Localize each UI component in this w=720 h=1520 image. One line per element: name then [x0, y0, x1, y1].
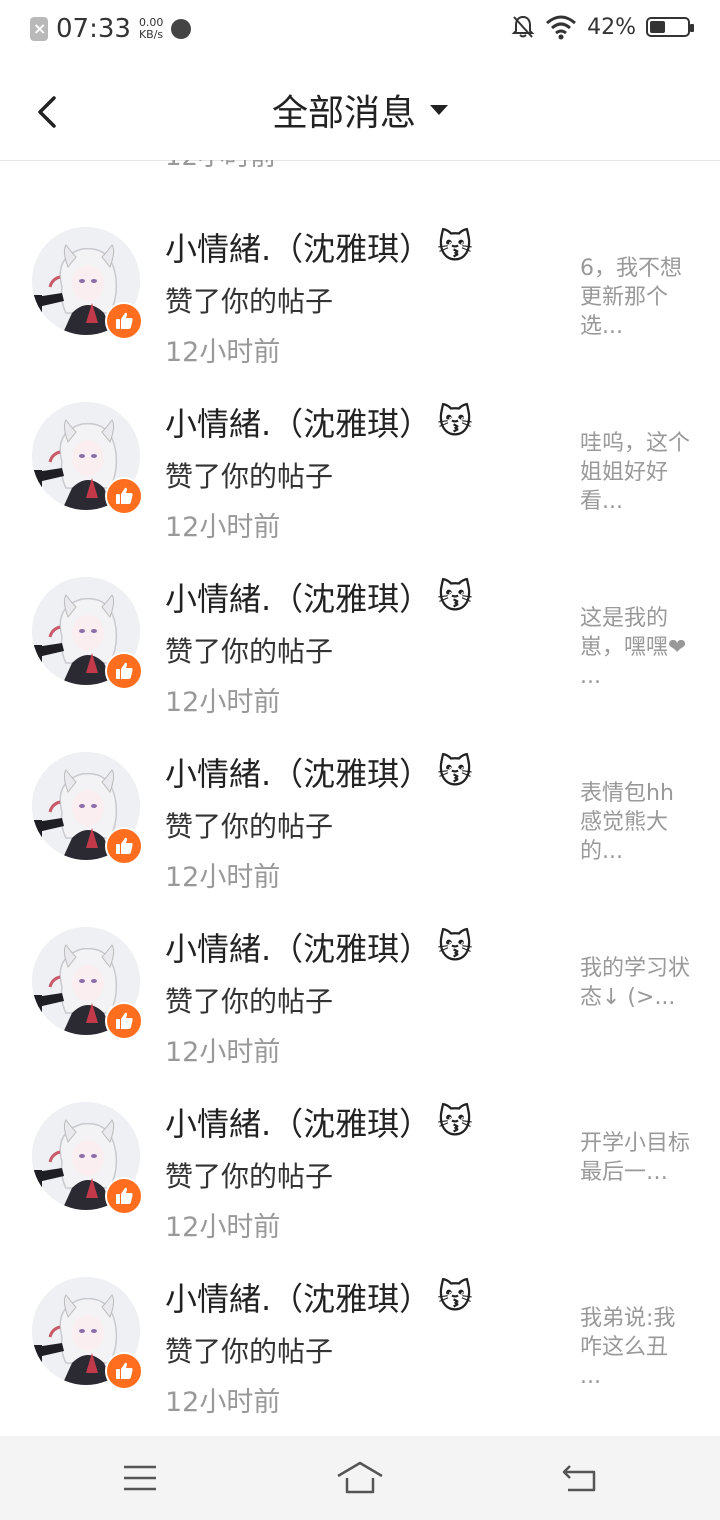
name-line: 小情緒.（沈雅琪） 😽 — [165, 1099, 473, 1145]
action-text: 赞了你的帖子 — [165, 635, 334, 668]
message-item[interactable]: 小情緒.（沈雅琪） 😽 赞了你的帖子 12小时前 哇呜，这个姐姐好好看... — [0, 377, 720, 552]
user-name[interactable]: 小情緒.（沈雅琪） — [165, 1099, 431, 1145]
like-badge — [105, 652, 143, 690]
user-name[interactable]: 小情緒.（沈雅琪） — [165, 749, 431, 795]
thumbs-up-icon — [116, 1187, 133, 1204]
like-badge — [105, 477, 143, 515]
user-name[interactable]: 小情緒.（沈雅琪） — [165, 399, 431, 445]
message-item[interactable]: 小情緒.（沈雅琪） 😽 赞了你的帖子 12小时前 表情包hh感觉熊大的... — [0, 727, 720, 902]
status-bar: 07:33 0.00 KB/s 42% — [0, 0, 720, 66]
like-badge — [105, 1002, 143, 1040]
name-line: 小情緒.（沈雅琪） 😽 — [165, 924, 473, 970]
post-preview[interactable]: 哇呜，这个姐姐好好看... — [580, 429, 690, 516]
notifications-off-icon — [511, 15, 535, 38]
timestamp: 12小时前 — [165, 687, 281, 718]
back-arrow-icon — [562, 1465, 596, 1492]
message-item[interactable]: 小情緒.（沈雅琪） 😽 赞了你的帖子 12小时前 开学小目标 最后一… — [0, 1077, 720, 1252]
message-list[interactable]: 12小时前 小情緒.（沈雅琪） 😽 赞了你的帖子 12小时前 6，我不想更新那个… — [0, 160, 720, 1436]
thumbs-up-icon — [116, 837, 133, 854]
system-nav-bar — [0, 1436, 720, 1520]
network-speed: 0.00 KB/s — [139, 17, 164, 41]
thumbs-up-icon — [116, 662, 133, 679]
action-text: 赞了你的帖子 — [165, 1335, 334, 1368]
message-item[interactable]: 小情緒.（沈雅琪） 😽 赞了你的帖子 12小时前 6，我不想更新那个选... — [0, 202, 720, 377]
title-dropdown[interactable]: 全部消息 — [0, 84, 720, 136]
partial-item-time: 12小时前 — [165, 160, 276, 173]
post-preview[interactable]: 开学小目标 最后一… — [580, 1129, 690, 1187]
name-line: 小情緒.（沈雅琪） 😽 — [165, 399, 473, 445]
cat-emoji-icon: 😽 — [437, 1277, 473, 1317]
timestamp: 12小时前 — [165, 337, 281, 368]
cat-emoji-icon: 😽 — [437, 577, 473, 617]
cat-emoji-icon: 😽 — [437, 227, 473, 267]
cat-emoji-icon: 😽 — [437, 1102, 473, 1142]
user-name[interactable]: 小情緒.（沈雅琪） — [165, 224, 431, 270]
name-line: 小情緒.（沈雅琪） 😽 — [165, 1274, 473, 1320]
name-line: 小情緒.（沈雅琪） 😽 — [165, 224, 473, 270]
message-item[interactable]: 小情緒.（沈雅琪） 😽 赞了你的帖子 12小时前 我的学习状态↓ (>... — [0, 902, 720, 1077]
home-button[interactable] — [335, 1454, 385, 1502]
like-badge — [105, 1352, 143, 1390]
cat-emoji-icon: 😽 — [437, 402, 473, 442]
menu-icon — [124, 1465, 156, 1491]
message-item[interactable]: 小情緒.（沈雅琪） 😽 赞了你的帖子 12小时前 这是我的崽，嘿嘿❤ ... — [0, 552, 720, 727]
menu-button[interactable] — [115, 1454, 165, 1502]
wifi-icon — [546, 15, 577, 40]
page-title: 全部消息 — [271, 93, 416, 134]
timestamp: 12小时前 — [165, 1037, 281, 1068]
like-badge — [105, 827, 143, 865]
action-text: 赞了你的帖子 — [165, 810, 334, 843]
timestamp: 12小时前 — [165, 1212, 281, 1243]
post-preview[interactable]: 6，我不想更新那个选... — [580, 254, 690, 341]
battery-level-fill — [650, 21, 666, 33]
timestamp: 12小时前 — [165, 862, 281, 893]
action-text: 赞了你的帖子 — [165, 1160, 334, 1193]
status-time: 07:33 — [56, 14, 131, 44]
message-item[interactable]: 小情緒.（沈雅琪） 😽 赞了你的帖子 12小时前 我弟说:我咋这么丑 ... — [0, 1252, 720, 1427]
battery-percent: 42% — [587, 14, 636, 40]
post-preview[interactable]: 我的学习状态↓ (>... — [580, 954, 690, 1012]
timestamp: 12小时前 — [165, 1387, 281, 1418]
like-badge — [105, 302, 143, 340]
user-name[interactable]: 小情緒.（沈雅琪） — [165, 924, 431, 970]
status-right: 42% — [511, 14, 694, 40]
battery-icon — [646, 17, 694, 37]
name-line: 小情緒.（沈雅琪） 😽 — [165, 574, 473, 620]
app-notification-icon — [171, 19, 192, 39]
post-preview[interactable]: 表情包hh感觉熊大的... — [580, 779, 690, 866]
return-button[interactable] — [555, 1454, 605, 1502]
thumbs-up-icon — [116, 487, 133, 504]
action-text: 赞了你的帖子 — [165, 460, 334, 493]
cat-emoji-icon: 😽 — [437, 927, 473, 967]
user-name[interactable]: 小情緒.（沈雅琪） — [165, 574, 431, 620]
user-name[interactable]: 小情緒.（沈雅琪） — [165, 1274, 431, 1320]
action-text: 赞了你的帖子 — [165, 985, 334, 1018]
action-text: 赞了你的帖子 — [165, 285, 334, 318]
thumbs-up-icon — [116, 1362, 133, 1379]
thumbs-up-icon — [116, 1012, 133, 1029]
header-bar: 全部消息 — [0, 66, 720, 161]
network-speed-unit: KB/s — [138, 28, 164, 41]
home-icon — [337, 1461, 383, 1494]
status-left: 07:33 0.00 KB/s — [30, 14, 192, 44]
post-preview[interactable]: 我弟说:我咋这么丑 ... — [580, 1304, 690, 1391]
no-sim-icon — [30, 17, 48, 41]
cat-emoji-icon: 😽 — [437, 752, 473, 792]
thumbs-up-icon — [116, 312, 133, 329]
timestamp: 12小时前 — [165, 512, 281, 543]
caret-down-icon — [430, 105, 448, 115]
name-line: 小情緒.（沈雅琪） 😽 — [165, 749, 473, 795]
like-badge — [105, 1177, 143, 1215]
post-preview[interactable]: 这是我的崽，嘿嘿❤ ... — [580, 604, 690, 691]
